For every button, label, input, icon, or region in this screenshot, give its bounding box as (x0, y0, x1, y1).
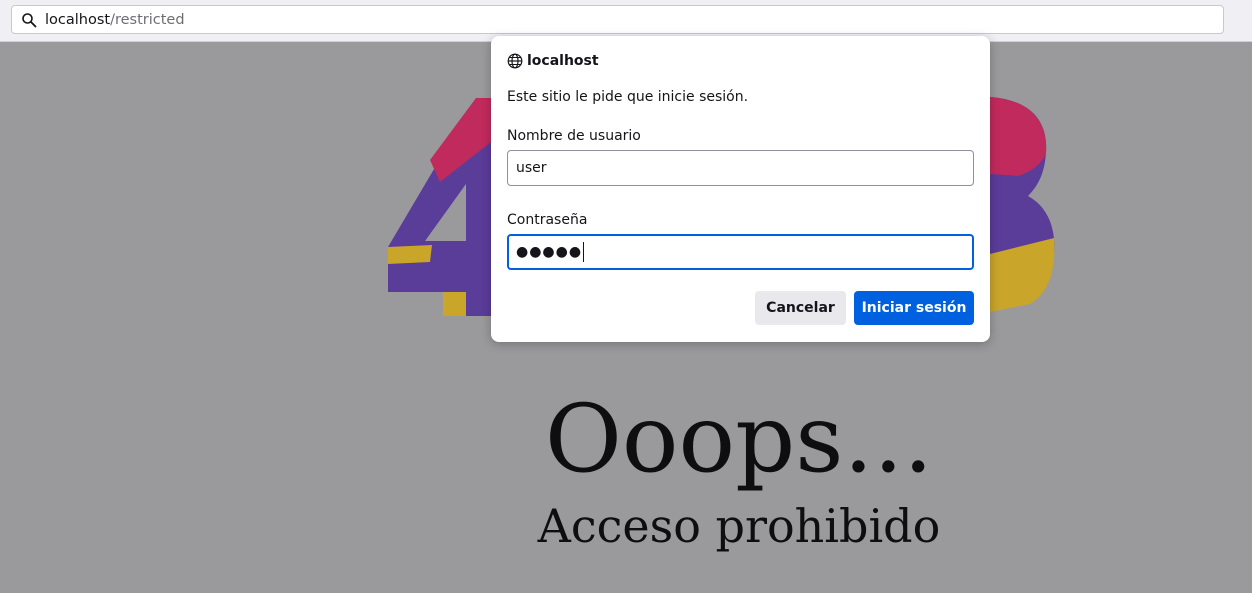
digit-three-art (990, 97, 1055, 312)
search-icon (22, 13, 37, 28)
username-label: Nombre de usuario (507, 128, 641, 144)
dialog-host-label: localhost (527, 53, 599, 69)
dialog-host: localhost (507, 52, 599, 70)
digit-four-art (388, 98, 491, 316)
cancel-button[interactable]: Cancelar (755, 291, 846, 325)
dialog-message: Este sitio le pide que inicie sesión. (507, 89, 749, 105)
url-text: localhost/restricted (45, 11, 185, 29)
password-label: Contraseña (507, 212, 588, 228)
text-caret (583, 242, 585, 262)
page-title: Ooops... (544, 385, 934, 494)
username-value: user (516, 160, 547, 176)
password-mask: ●●●●● (516, 244, 583, 260)
auth-dialog: localhost Este sitio le pide que inicie … (491, 36, 990, 342)
url-bar[interactable]: localhost/restricted (11, 5, 1224, 34)
page-subtitle: Acceso prohibido (537, 499, 941, 553)
url-host: localhost (45, 12, 111, 28)
login-button[interactable]: Iniciar sesión (854, 291, 974, 325)
username-field[interactable]: user (507, 150, 974, 186)
url-path: /restricted (110, 12, 185, 28)
password-field[interactable]: ●●●●● (507, 234, 974, 270)
globe-icon (507, 53, 523, 69)
